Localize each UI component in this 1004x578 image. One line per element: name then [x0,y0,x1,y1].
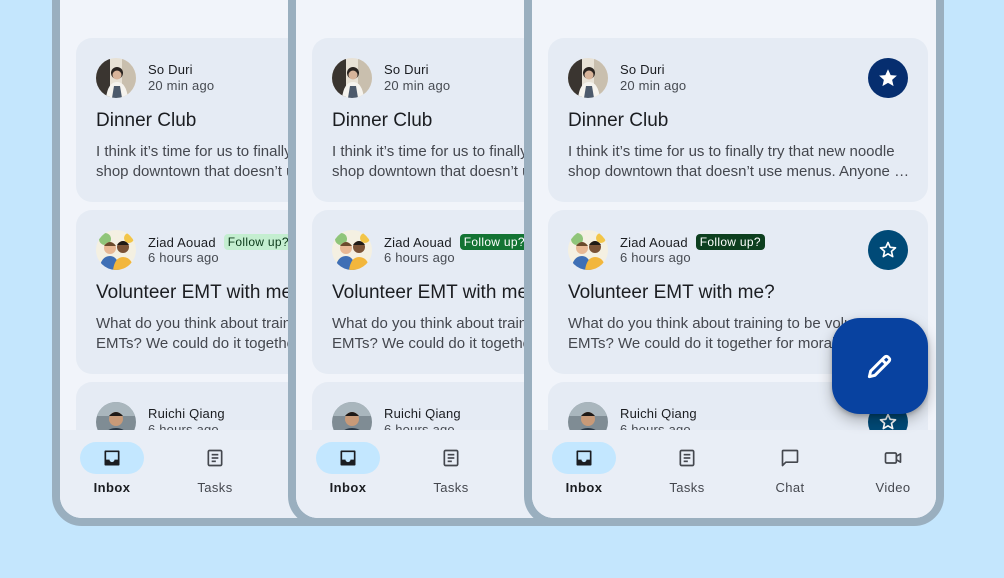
tasks-icon [679,449,695,467]
email-subject: Volunteer EMT with me? [568,282,775,303]
nav-label: Chat [775,480,805,495]
tasks-icon [443,449,459,467]
email-subject: Dinner Club [96,110,197,131]
star-button[interactable] [868,58,908,98]
sender-name: Ruichi Qiang [384,406,461,421]
sender-name-text: Ziad Aouad [620,235,688,250]
sender-name: So Duri [620,62,665,77]
star-button[interactable] [868,230,908,270]
video-icon [884,452,902,464]
email-preview-line: I think it’s time for us to finally try … [568,143,895,160]
nav-icon-container [861,442,925,474]
nav-icon-container [419,442,483,474]
nav-label: Inbox [565,480,603,495]
email-time: 20 min ago [148,78,215,93]
nav-item-inbox[interactable]: Inbox [62,430,162,500]
email-subject: Dinner Club [568,110,669,131]
nav-label: Video [875,480,911,495]
phone-mockup-3: So Duri 20 min ago Dinner Club I think i… [524,0,944,526]
nav-label: Tasks [433,480,469,495]
nav-label: Tasks [669,480,705,495]
sender-name-text: Ziad Aouad [384,235,452,250]
email-preview: I think it’s time for us to finally try … [568,142,913,182]
email-preview-line: shop downtown that doesn’t use menus. An… [568,163,913,180]
nav-item-tasks[interactable]: Tasks [637,430,737,500]
avatar-so-duri [568,58,608,98]
nav-item-inbox[interactable]: Inbox [534,430,634,500]
follow-up-tag: Follow up? [223,234,293,250]
email-time: 20 min ago [620,78,687,93]
nav-item-video[interactable]: Video [843,430,936,500]
edit-pencil-icon [867,354,892,379]
nav-active-indicator [552,442,616,474]
inbox-icon [104,450,120,466]
sender-name: So Duri [148,62,193,77]
nav-item-inbox[interactable]: Inbox [298,430,398,500]
nav-icon-container [183,442,247,474]
sender-name: So Duri [384,62,429,77]
nav-label: Tasks [197,480,233,495]
avatar-ziad-aouad [568,230,608,270]
star-outline-icon [879,241,897,258]
avatar-ziad-aouad [96,230,136,270]
email-card-dinner-club[interactable]: So Duri 20 min ago Dinner Club I think i… [548,38,928,202]
tasks-icon [207,449,223,467]
follow-up-tag: Follow up? [459,234,529,250]
nav-icon-container [655,442,719,474]
nav-label: Inbox [93,480,131,495]
sender-name-text: Ziad Aouad [148,235,216,250]
sender-name: Ziad Aouad Follow up? [620,234,765,250]
email-subject: Volunteer EMT with me? [96,282,303,303]
email-time: 20 min ago [384,78,451,93]
avatar-so-duri [332,58,372,98]
nav-active-indicator [80,442,144,474]
sender-name: Ruichi Qiang [620,406,697,421]
inbox-icon [340,450,356,466]
inbox-icon [576,450,592,466]
email-time: 6 hours ago [148,250,219,265]
follow-up-tag: Follow up? [695,234,765,250]
email-subject: Volunteer EMT with me? [332,282,539,303]
chat-icon [781,449,799,467]
nav-icon-container [758,442,822,474]
inbox-screen: So Duri 20 min ago Dinner Club I think i… [532,0,936,518]
email-time: 6 hours ago [384,250,455,265]
bottom-navigation-bar: Inbox Tasks [532,430,936,518]
compose-fab[interactable] [832,318,928,414]
email-subject: Dinner Club [332,110,433,131]
nav-item-tasks[interactable]: Tasks [165,430,265,500]
sender-name: Ziad Aouad Follow up? [148,234,293,250]
sender-name: Ruichi Qiang [148,406,225,421]
nav-item-tasks[interactable]: Tasks [401,430,501,500]
nav-item-chat[interactable]: Chat [740,430,840,500]
star-filled-icon [879,69,897,87]
avatar-ziad-aouad [332,230,372,270]
nav-label: Inbox [329,480,367,495]
sender-name: Ziad Aouad Follow up? [384,234,529,250]
nav-active-indicator [316,442,380,474]
avatar-so-duri [96,58,136,98]
email-time: 6 hours ago [620,250,691,265]
